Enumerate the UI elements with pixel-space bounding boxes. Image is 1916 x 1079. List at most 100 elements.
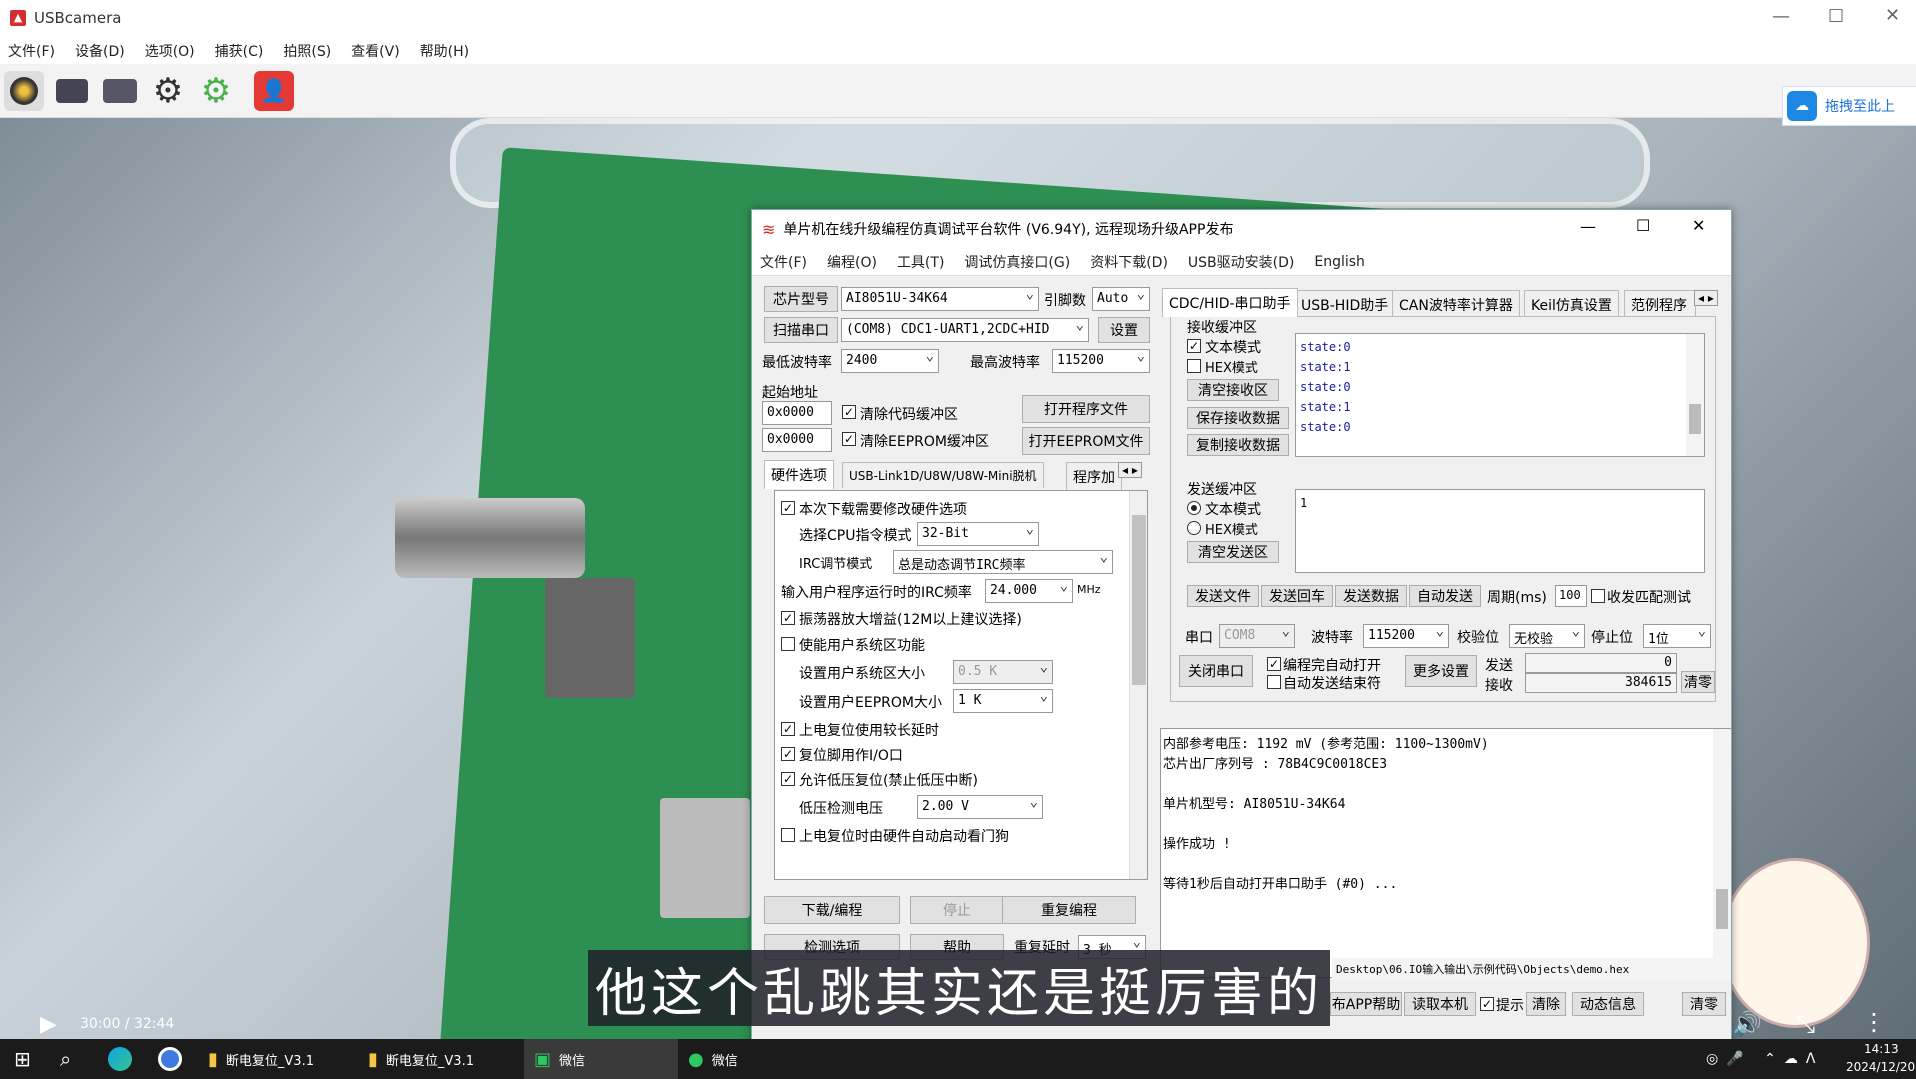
auto-send-button[interactable]: 自动发送 <box>1409 585 1481 607</box>
clear-count-button[interactable]: 清零 <box>1681 671 1715 693</box>
recv-hex-mode-checkbox[interactable] <box>1187 359 1201 373</box>
clear-eeprom-checkbox[interactable]: ✓ <box>842 432 856 446</box>
lvd-reset-checkbox[interactable]: ✓ <box>781 772 795 786</box>
port-com-select[interactable]: COM8 <box>1219 624 1295 648</box>
hw-scrollbar-thumb[interactable] <box>1132 515 1146 685</box>
settings-button[interactable]: 设置 <box>1098 317 1150 343</box>
tab-scroll-icon[interactable]: ◂ ▸ <box>1118 462 1142 478</box>
open-program-button[interactable]: 打开程序文件 <box>1022 395 1150 423</box>
irc-mode-select[interactable]: 总是动态调节IRC频率 <box>893 550 1113 574</box>
send-hex-mode-radio[interactable] <box>1187 521 1201 535</box>
modify-hw-checkbox[interactable]: ✓ <box>781 501 795 515</box>
more-options-icon[interactable]: ⋮ <box>1862 1008 1886 1036</box>
send-text-area[interactable]: 1 <box>1295 489 1705 573</box>
browser-icon[interactable] <box>158 1039 182 1079</box>
send-enter-button[interactable]: 发送回车 <box>1261 585 1333 607</box>
eeprom-address-input[interactable]: 0x0000 <box>762 428 832 452</box>
edge-icon[interactable] <box>108 1039 132 1079</box>
volume-icon[interactable]: 🔊 <box>1732 1010 1762 1038</box>
tab-program-add[interactable]: 程序加 <box>1066 462 1122 491</box>
isp-menu-program[interactable]: 编程(O) <box>827 252 877 272</box>
isp-minimize-icon[interactable]: — <box>1580 217 1596 236</box>
menu-photo[interactable]: 拍照(S) <box>283 41 331 61</box>
tray-icons[interactable]: ◎🎤 ⌃☁ᐱ <box>1706 1039 1823 1079</box>
right-tab-scroll-icon[interactable]: ◂ ▸ <box>1694 290 1718 306</box>
tab-examples[interactable]: 范例程序 <box>1624 290 1696 319</box>
recv-scrollbar-thumb[interactable] <box>1689 404 1701 434</box>
isp-menu-english[interactable]: English <box>1314 254 1365 270</box>
isp-menu-usb-driver[interactable]: USB驱动安装(D) <box>1188 252 1294 272</box>
tab-usb-hid[interactable]: USB-HID助手 <box>1294 290 1396 319</box>
send-data-button[interactable]: 发送数据 <box>1335 585 1407 607</box>
taskbar-item-wechat-active[interactable]: ▣ 微信 <box>524 1039 678 1079</box>
close-icon[interactable]: ✕ <box>1885 5 1900 26</box>
sys-size-select[interactable]: 0.5 K <box>953 660 1053 684</box>
log-scrollbar[interactable] <box>1713 729 1731 977</box>
camera-lens-icon[interactable] <box>4 71 44 111</box>
hw-scrollbar[interactable] <box>1129 491 1147 879</box>
menu-view[interactable]: 查看(V) <box>351 41 400 61</box>
menu-options[interactable]: 选项(O) <box>145 41 195 61</box>
cpu-mode-select[interactable]: 32-Bit <box>917 522 1039 546</box>
video-camera-icon[interactable] <box>100 71 140 111</box>
taskbar-item-folder-1[interactable]: ▮ 断电复位_V3.1 <box>208 1039 358 1079</box>
auto-end-checkbox[interactable] <box>1267 675 1281 689</box>
scan-port-button[interactable]: 扫描串口 <box>764 317 838 343</box>
exit-fullscreen-icon[interactable]: ⤡ <box>1796 1010 1815 1038</box>
tab-keil[interactable]: Keil仿真设置 <box>1524 290 1619 319</box>
log-area[interactable]: 内部参考电压: 1192 mV (参考范围: 1100~1300mV) 芯片出厂… <box>1160 728 1731 978</box>
reset-io-checkbox[interactable]: ✓ <box>781 747 795 761</box>
open-eeprom-button[interactable]: 打开EEPROM文件 <box>1022 427 1150 455</box>
wdt-checkbox[interactable] <box>781 828 795 842</box>
repeat-program-button[interactable]: 重复编程 <box>1002 896 1136 924</box>
osc-gain-checkbox[interactable]: ✓ <box>781 611 795 625</box>
download-button[interactable]: 下载/编程 <box>764 896 900 924</box>
tab-hardware[interactable]: 硬件选项 <box>764 460 834 489</box>
isp-menu-debug[interactable]: 调试仿真接口(G) <box>964 252 1070 272</box>
clear-recv-button[interactable]: 清空接收区 <box>1187 379 1279 401</box>
isp-menu-download[interactable]: 资料下载(D) <box>1090 252 1168 272</box>
menu-capture[interactable]: 捕获(C) <box>215 41 264 61</box>
isp-close-icon[interactable]: ✕ <box>1692 216 1705 235</box>
port-select[interactable]: (COM8) CDC1-UART1,2CDC+HID <box>841 318 1089 342</box>
copy-recv-button[interactable]: 复制接收数据 <box>1187 434 1289 456</box>
recv-text-mode-checkbox[interactable]: ✓ <box>1187 339 1201 353</box>
maximize-icon[interactable]: ☐ <box>1828 6 1844 27</box>
send-file-button[interactable]: 发送文件 <box>1187 585 1259 607</box>
stop-bits-select[interactable]: 1位 <box>1643 624 1711 648</box>
menu-file[interactable]: 文件(F) <box>8 41 55 61</box>
clear-code-checkbox[interactable]: ✓ <box>842 405 856 419</box>
close-port-button[interactable]: 关闭串口 <box>1179 655 1253 687</box>
settings-icon[interactable]: ⚙ <box>148 71 188 111</box>
stop-button[interactable]: 停止 <box>910 896 1004 924</box>
baud-select[interactable]: 115200 <box>1363 624 1449 648</box>
log-scrollbar-thumb[interactable] <box>1716 889 1728 929</box>
tab-usb-link[interactable]: USB-Link1D/U8W/U8W-Mini脱机 <box>842 462 1044 488</box>
irc-freq-select[interactable]: 24.000 <box>985 579 1073 603</box>
save-recv-button[interactable]: 保存接收数据 <box>1187 407 1289 429</box>
start-icon[interactable]: ⊞ <box>14 1039 31 1079</box>
camera-icon[interactable] <box>52 71 92 111</box>
minimize-icon[interactable]: — <box>1772 6 1790 27</box>
tab-can-baud[interactable]: CAN波特率计算器 <box>1392 290 1520 319</box>
play-icon[interactable]: ▶ <box>40 1012 57 1037</box>
recv-scrollbar[interactable] <box>1686 334 1704 456</box>
long-reset-checkbox[interactable]: ✓ <box>781 722 795 736</box>
taskbar-item-wechat[interactable]: ● 微信 <box>688 1039 818 1079</box>
max-baud-select[interactable]: 115200 <box>1052 349 1150 373</box>
sys-area-checkbox[interactable] <box>781 637 795 651</box>
send-text-mode-radio[interactable] <box>1187 501 1201 515</box>
lvd-voltage-select[interactable]: 2.00 V <box>917 795 1043 819</box>
drag-here-button[interactable]: ☁ 拖拽至此上 <box>1782 86 1916 126</box>
clear-send-button[interactable]: 清空发送区 <box>1187 541 1279 563</box>
isp-menu-tools[interactable]: 工具(T) <box>897 252 944 272</box>
match-test-checkbox[interactable] <box>1591 589 1605 603</box>
code-address-input[interactable]: 0x0000 <box>762 401 832 425</box>
recv-text-area[interactable]: state:0 state:1 state:0 state:1 state:0 <box>1295 333 1705 457</box>
more-settings-button[interactable]: 更多设置 <box>1405 655 1477 687</box>
chip-type-select[interactable]: AI8051U-34K64 <box>841 287 1039 311</box>
min-baud-select[interactable]: 2400 <box>841 349 939 373</box>
menu-device[interactable]: 设备(D) <box>75 41 125 61</box>
taskbar-item-folder-2[interactable]: ▮ 断电复位_V3.1 <box>368 1039 518 1079</box>
parity-select[interactable]: 无校验 <box>1509 624 1585 648</box>
